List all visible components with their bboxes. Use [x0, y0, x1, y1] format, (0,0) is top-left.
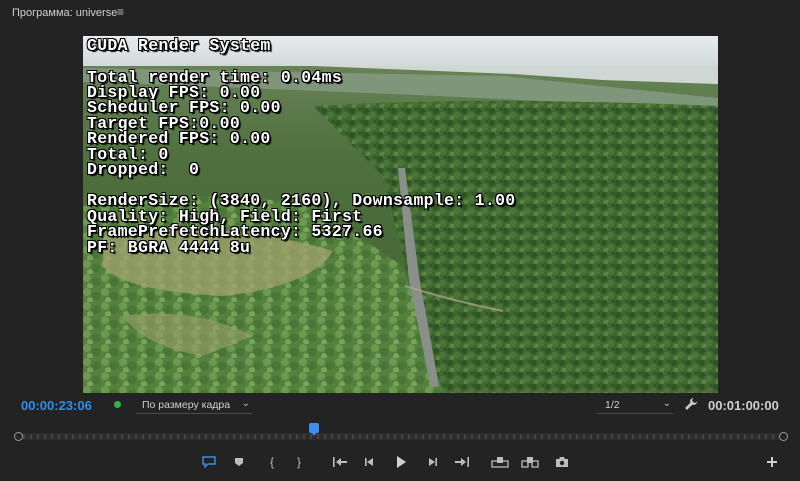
lift-button[interactable]: [491, 454, 509, 470]
panel-header: Программа: universe ≡: [0, 0, 800, 26]
zoom-fit-select[interactable]: По размеру кадра ⌄: [136, 397, 252, 414]
play-icon: [397, 456, 406, 468]
mark-out-icon: }: [296, 455, 301, 469]
zoom-fit-label: По размеру кадра: [142, 399, 231, 411]
step-forward-icon: [429, 458, 437, 466]
go-to-out-icon: [455, 457, 469, 467]
playback-resolution-select[interactable]: 1/2 ⌄: [597, 397, 673, 414]
resolution-label: 1/2: [605, 399, 620, 411]
timeline-scrubber[interactable]: [14, 423, 788, 444]
playhead-handle[interactable]: [308, 423, 319, 436]
go-to-in-button[interactable]: [331, 454, 349, 470]
add-marker-button[interactable]: [200, 454, 218, 470]
timeline-end-handle[interactable]: [779, 432, 788, 441]
extract-button[interactable]: [521, 454, 539, 470]
chevron-down-icon: ⌄: [662, 398, 671, 409]
marker-button[interactable]: [230, 454, 248, 470]
marker-icon: [235, 458, 243, 466]
status-indicator: [114, 401, 121, 408]
step-forward-button[interactable]: [423, 454, 441, 470]
export-frame-button[interactable]: [553, 454, 571, 470]
button-editor-button[interactable]: [763, 454, 781, 470]
program-monitor-video: CUDA Render System Total render time: 0.…: [83, 36, 718, 393]
overlay-line: PF: BGRA 4444 8u: [87, 238, 251, 257]
step-back-button[interactable]: [361, 454, 379, 470]
panel-title[interactable]: Программа: universe: [12, 7, 117, 19]
timeline-track[interactable]: [22, 433, 780, 440]
go-to-in-icon: [333, 457, 347, 467]
overlay-line: Dropped: 0: [87, 160, 200, 179]
step-back-icon: [365, 458, 373, 466]
play-button[interactable]: [392, 454, 410, 470]
chevron-down-icon: ⌄: [241, 398, 250, 409]
ruler-ticks: [23, 434, 774, 439]
mark-out-button[interactable]: }: [290, 454, 308, 470]
mark-in-icon: {: [269, 455, 274, 469]
overlay-title: CUDA Render System: [87, 36, 271, 55]
add-button-icon: [767, 457, 777, 467]
go-to-out-button[interactable]: [453, 454, 471, 470]
render-stats-overlay: CUDA Render System Total render time: 0.…: [83, 36, 718, 393]
timeline-start-handle[interactable]: [14, 432, 23, 441]
mark-in-button[interactable]: {: [263, 454, 281, 470]
hamburger-menu-icon[interactable]: ≡: [117, 5, 124, 19]
camera-icon: [556, 457, 568, 467]
add-marker-icon: [202, 456, 216, 468]
lift-icon: [491, 457, 509, 468]
extract-icon: [521, 457, 539, 468]
wrench-icon[interactable]: [684, 397, 698, 411]
current-timecode[interactable]: 00:00:23:06: [21, 398, 92, 413]
duration-timecode: 00:01:00:00: [708, 398, 779, 413]
